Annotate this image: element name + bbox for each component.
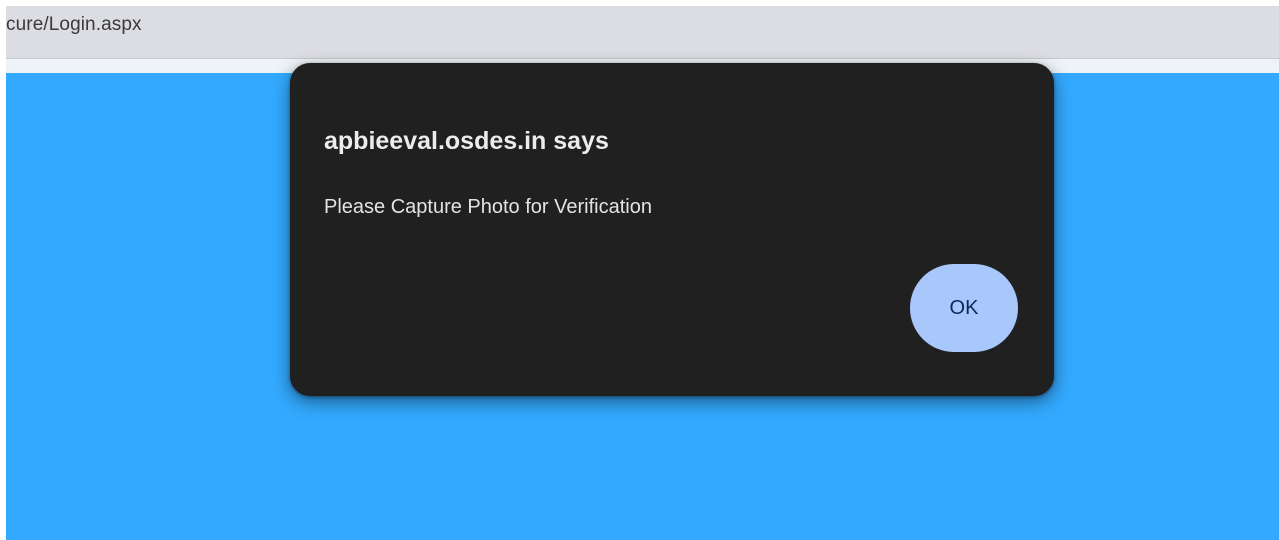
dialog-message: Please Capture Photo for Verification	[324, 196, 652, 218]
alert-dialog: apbieeval.osdes.in says Please Capture P…	[290, 63, 1054, 396]
address-url-text[interactable]: cure/Login.aspx	[6, 14, 142, 36]
ok-button[interactable]: OK	[910, 264, 1018, 352]
address-bar[interactable]: cure/Login.aspx	[6, 6, 1279, 59]
dialog-title: apbieeval.osdes.in says	[324, 127, 609, 155]
browser-frame: cure/Login.aspx apbieeval.osdes.in says …	[6, 6, 1279, 540]
